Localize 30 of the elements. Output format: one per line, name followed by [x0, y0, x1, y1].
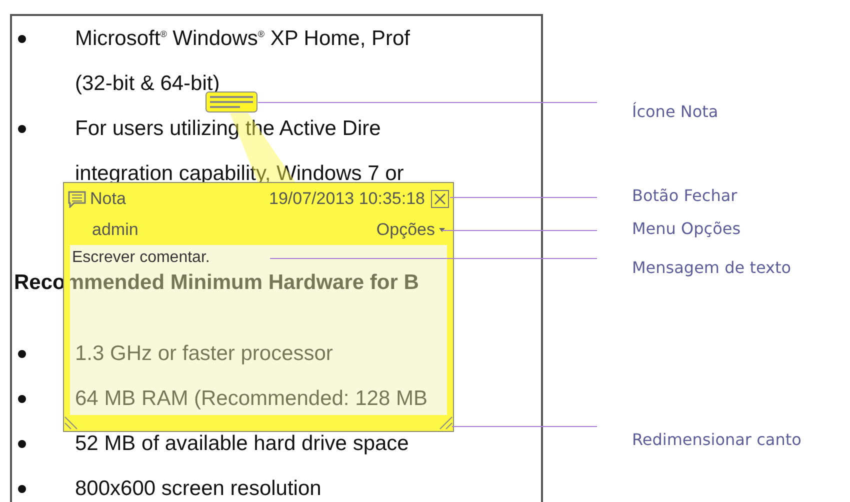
caret-icon — [439, 228, 445, 232]
callout-label: Redimensionar canto — [632, 430, 802, 450]
resize-corner-icon[interactable] — [439, 416, 453, 430]
note-author: admin — [92, 220, 138, 240]
list-item-text: Microsoft$^{®}$ Windows$^{®}$ XP Home, Prof — [75, 26, 410, 50]
bullet-icon — [18, 440, 26, 448]
list-item-text: For users utilizing the Active Dire — [75, 116, 381, 140]
close-button[interactable] — [431, 190, 449, 208]
list-item-text: 64 MB RAM (Recommended: 128 MB — [75, 386, 428, 410]
bullet-icon — [18, 124, 26, 132]
close-icon — [434, 193, 446, 205]
callout-label: Ícone Nota — [632, 102, 718, 122]
list-item-text: 52 MB of available hard drive space — [75, 432, 409, 456]
bullet-icon — [18, 34, 26, 42]
list-item-text: 800x600 screen resolution — [75, 476, 322, 500]
note-title: Nota — [90, 189, 126, 209]
callout-label: Botão Fechar — [632, 186, 738, 206]
note-timestamp: 19/07/2013 10:35:18 — [269, 189, 425, 209]
callout-label: Menu Opções — [632, 219, 741, 239]
bullet-icon — [18, 484, 26, 492]
list-item-text: integration capability, Windows 7 or — [75, 162, 404, 186]
resize-corner-icon[interactable] — [64, 416, 78, 430]
bullet-icon — [18, 394, 26, 402]
note-icon[interactable] — [205, 91, 258, 113]
comment-icon — [68, 190, 86, 208]
options-menu[interactable]: Opções — [376, 220, 445, 240]
list-item-text: 1.3 GHz or faster processor — [75, 342, 333, 366]
callout-label: Mensagem de texto — [632, 258, 792, 278]
list-item-text: (32-bit & 64-bit) — [75, 72, 220, 96]
bullet-icon — [18, 350, 26, 358]
